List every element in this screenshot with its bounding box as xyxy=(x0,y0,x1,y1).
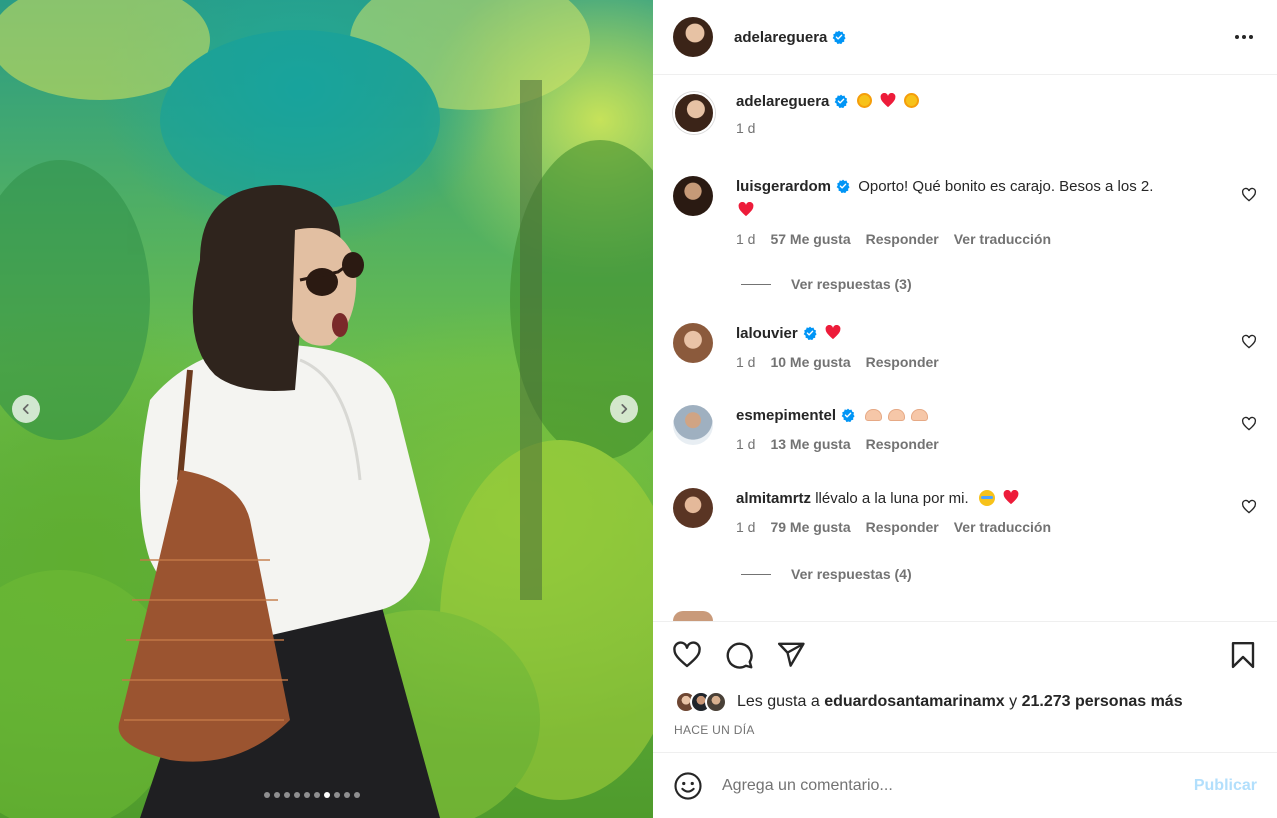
share-paper-plane-icon[interactable] xyxy=(776,640,806,670)
caption-avatar[interactable] xyxy=(673,92,715,134)
red-heart-emoji-icon xyxy=(1003,490,1019,505)
carousel-dot xyxy=(324,792,330,798)
caption-username[interactable]: adelareguera xyxy=(736,93,829,110)
like-comment-heart-icon[interactable] xyxy=(1241,499,1257,515)
verified-badge-icon xyxy=(841,408,855,422)
reply-button[interactable]: Responder xyxy=(866,354,939,370)
comment-bubble-icon[interactable] xyxy=(724,640,754,670)
comment-item: almitamrtz llévalo a la luna por mi. 1 d… xyxy=(673,487,1257,535)
carousel-next-button[interactable] xyxy=(610,395,638,423)
post-header: adelareguera xyxy=(653,0,1277,75)
like-heart-icon[interactable] xyxy=(672,640,702,670)
carousel-dot xyxy=(274,792,280,798)
post-photo-illustration xyxy=(0,0,653,818)
bookmark-icon[interactable] xyxy=(1228,640,1258,670)
publish-button[interactable]: Publicar xyxy=(1194,777,1257,795)
red-heart-emoji-icon xyxy=(880,93,896,108)
comment-username[interactable]: luisgerardom xyxy=(736,178,831,195)
verified-badge-icon xyxy=(803,326,817,340)
carousel-dot xyxy=(284,792,290,798)
carousel-dot xyxy=(314,792,320,798)
comment-avatar[interactable] xyxy=(673,488,713,528)
carousel-dot xyxy=(294,792,300,798)
post-caption: adelareguera 1 d xyxy=(673,92,919,136)
translate-button[interactable]: Ver traducción xyxy=(954,519,1051,535)
heart-hands-emoji-icon xyxy=(911,409,929,421)
comment-likes[interactable]: 10 Me gusta xyxy=(770,354,850,370)
likes-summary: Les gusta a eduardosantamarinamx y 21.27… xyxy=(675,691,1183,713)
more-horizontal-icon xyxy=(1235,35,1239,39)
loudly-crying-face-emoji-icon xyxy=(978,490,995,506)
comment-likes[interactable]: 79 Me gusta xyxy=(770,519,850,535)
comment-time[interactable]: 1 d xyxy=(736,231,755,247)
chevron-left-icon xyxy=(22,404,29,414)
sun-emoji-icon xyxy=(856,93,872,108)
author-username[interactable]: adelareguera xyxy=(734,29,846,46)
translate-button[interactable]: Ver traducción xyxy=(954,231,1051,247)
more-options-button[interactable] xyxy=(1231,31,1257,43)
comment-text: Oporto! Qué bonito es carajo. Besos a lo… xyxy=(858,178,1154,195)
comment-item: luisgerardom Oporto! Qué bonito es caraj… xyxy=(673,175,1257,247)
liker-avatars[interactable] xyxy=(675,691,727,713)
carousel-dot xyxy=(354,792,360,798)
comment-username[interactable]: almitamrtz xyxy=(736,490,811,507)
post-timestamp[interactable]: HACE UN DÍA xyxy=(674,723,755,737)
view-replies-button[interactable]: Ver respuestas (4) xyxy=(741,566,912,582)
post-actions: Les gusta a eduardosantamarinamx y 21.27… xyxy=(653,621,1277,737)
reply-button[interactable]: Responder xyxy=(866,231,939,247)
red-heart-emoji-icon xyxy=(738,202,754,217)
likes-count-button[interactable]: 21.273 personas más xyxy=(1022,693,1183,711)
comment-avatar[interactable] xyxy=(673,323,713,363)
carousel-dot xyxy=(334,792,340,798)
comment-input[interactable] xyxy=(722,776,1184,795)
comments-list[interactable]: adelareguera 1 d luisgerardom Oporto! Qu… xyxy=(653,75,1277,621)
reply-button[interactable]: Responder xyxy=(866,436,939,452)
liker-username[interactable]: eduardosantamarinamx xyxy=(824,693,1005,711)
carousel-dot xyxy=(264,792,270,798)
comment-avatar[interactable] xyxy=(673,176,713,216)
heart-hands-emoji-icon xyxy=(865,409,883,421)
comment-time[interactable]: 1 d xyxy=(736,436,755,452)
comment-likes[interactable]: 57 Me gusta xyxy=(770,231,850,247)
comment-time[interactable]: 1 d xyxy=(736,519,755,535)
chevron-right-icon xyxy=(621,404,628,414)
like-comment-heart-icon[interactable] xyxy=(1241,334,1257,350)
post-photo[interactable] xyxy=(0,0,653,818)
liker-avatar xyxy=(705,691,727,713)
caption-time[interactable]: 1 d xyxy=(736,120,755,136)
comment-username[interactable]: esmepimentel xyxy=(736,407,836,424)
view-replies-button[interactable]: Ver respuestas (3) xyxy=(741,276,912,292)
verified-badge-icon xyxy=(836,179,850,193)
heart-hands-emoji-icon xyxy=(888,409,906,421)
post-detail-panel: adelareguera adelareguera 1 d luisgerard… xyxy=(653,0,1277,818)
carousel-dot xyxy=(344,792,350,798)
comment-text: llévalo a la luna por mi. xyxy=(815,490,969,507)
verified-badge-icon xyxy=(835,94,848,108)
comment-time[interactable]: 1 d xyxy=(736,354,755,370)
like-comment-heart-icon[interactable] xyxy=(1241,187,1257,203)
carousel-indicator xyxy=(264,792,360,798)
comment-avatar[interactable] xyxy=(673,405,713,445)
reply-button[interactable]: Responder xyxy=(866,519,939,535)
carousel-prev-button[interactable] xyxy=(12,395,40,423)
emoji-picker-icon[interactable] xyxy=(673,771,703,801)
comment-item: esmepimentel 1 d 13 Me gusta Responder xyxy=(673,404,1257,452)
verified-badge-icon xyxy=(833,30,846,44)
comment-avatar[interactable] xyxy=(673,611,713,621)
comment-composer: Publicar xyxy=(653,752,1277,818)
comment-username[interactable]: lalouvier xyxy=(736,325,798,342)
comment-likes[interactable]: 13 Me gusta xyxy=(770,436,850,452)
red-heart-emoji-icon xyxy=(825,325,841,340)
author-avatar[interactable] xyxy=(673,17,713,57)
sun-emoji-icon xyxy=(903,93,919,108)
carousel-dot xyxy=(304,792,310,798)
comment-item: lalouvier 1 d 10 Me gusta Responder xyxy=(673,322,1257,370)
like-comment-heart-icon[interactable] xyxy=(1241,416,1257,432)
